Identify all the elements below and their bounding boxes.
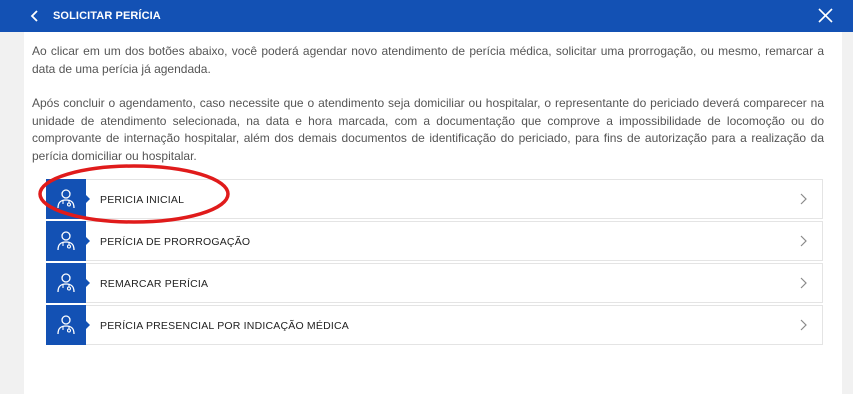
- chevron-left-icon: [30, 10, 38, 22]
- doctor-icon: [57, 189, 75, 209]
- menu-item-icon-box: [46, 221, 90, 261]
- menu-item-label: PERÍCIA DE PRORROGAÇÃO: [100, 236, 251, 248]
- back-button[interactable]: [27, 8, 43, 24]
- menu-item-pericia-prorrogacao[interactable]: PERÍCIA DE PRORROGAÇÃO: [46, 221, 823, 261]
- close-button[interactable]: [817, 7, 834, 24]
- menu-item-icon-box: [46, 305, 90, 345]
- menu-item-label: PERÍCIA PRESENCIAL POR INDICAÇÃO MÉDICA: [100, 320, 349, 332]
- intro-paragraph-2: Após concluir o agendamento, caso necess…: [32, 96, 824, 163]
- chevron-right-icon: [800, 319, 807, 331]
- menu-item-pericia-inicial[interactable]: PERICIA INICIAL: [46, 179, 823, 219]
- page-title: SOLICITAR PERÍCIA: [53, 10, 161, 22]
- menu-item-label: REMARCAR PERÍCIA: [100, 278, 209, 290]
- close-icon: [818, 8, 833, 23]
- menu-item-label: PERICIA INICIAL: [100, 194, 185, 206]
- intro-paragraph-1: Ao clicar em um dos botões abaixo, você …: [32, 44, 824, 76]
- menu-item-icon-box: [46, 263, 90, 303]
- menu-item-remarcar-pericia[interactable]: REMARCAR PERÍCIA: [46, 263, 823, 303]
- menu-item-pericia-presencial[interactable]: PERÍCIA PRESENCIAL POR INDICAÇÃO MÉDICA: [46, 305, 823, 345]
- modal-header: SOLICITAR PERÍCIA: [0, 0, 853, 32]
- doctor-icon: [57, 231, 75, 251]
- chevron-right-icon: [800, 193, 807, 205]
- pericia-menu: PERICIA INICIAL PERÍCIA DE PRORROGAÇÃO R…: [46, 179, 823, 347]
- doctor-icon: [57, 315, 75, 335]
- doctor-icon: [57, 273, 75, 293]
- chevron-right-icon: [800, 277, 807, 289]
- chevron-right-icon: [800, 235, 807, 247]
- menu-item-icon-box: [46, 179, 90, 219]
- content-panel: Ao clicar em um dos botões abaixo, você …: [24, 32, 842, 394]
